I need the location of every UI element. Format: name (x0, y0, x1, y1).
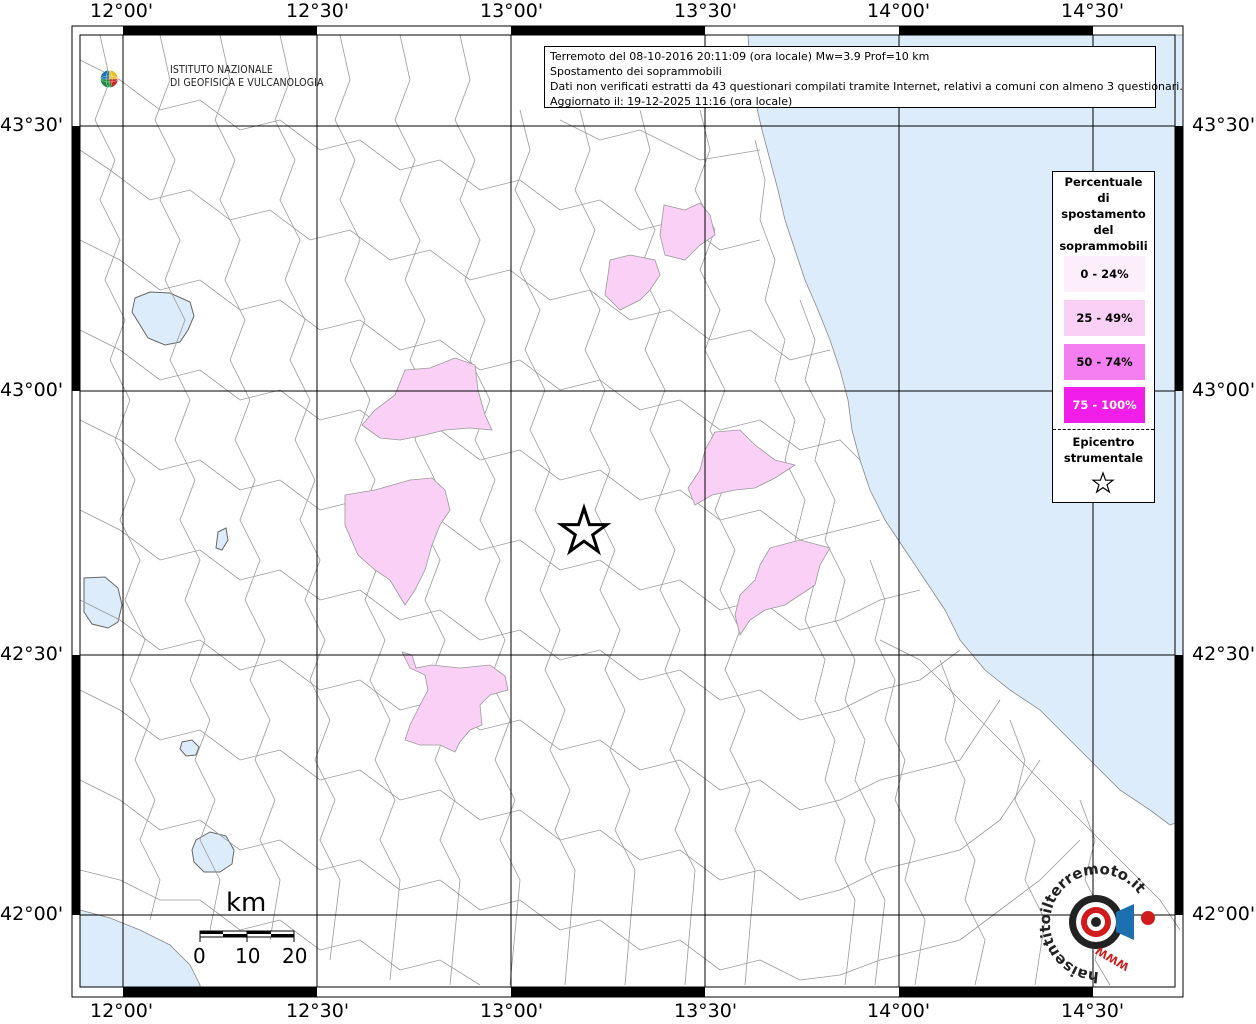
scale-unit: km (226, 888, 267, 918)
lat-tick-left: 42°00' (0, 903, 64, 925)
scale-label-20: 20 (282, 944, 308, 968)
updated-timestamp: Aggiornato il: 19-12-2025 11:16 (ora loc… (550, 95, 793, 108)
legend-star-icon (1091, 471, 1115, 494)
legend-class-75-100: 75 - 100% (1064, 387, 1145, 423)
legend-epicenter-label: Epicentro strumentale (1063, 435, 1144, 465)
lat-tick-right: 43°30' (1192, 114, 1256, 136)
ingv-name: ISTITUTO NAZIONALE DI GEOFISICA E VULCAN… (170, 64, 324, 89)
legend-separator (1053, 429, 1154, 430)
legend: Percentuale di spostamento del soprammob… (1052, 171, 1155, 503)
legend-class-50-74: 50 - 74% (1064, 344, 1145, 380)
lon-tick-top: 13°00' (480, 0, 544, 22)
data-note: Dati non verificati estratti da 43 quest… (550, 80, 1183, 93)
lat-tick-right: 43°00' (1192, 379, 1256, 401)
lon-tick-top: 12°00' (90, 0, 154, 22)
scale-label-10: 10 (235, 944, 261, 968)
lon-tick-bottom: 12°00' (90, 1000, 154, 1022)
scale-label-0: 0 (193, 944, 206, 968)
ingv-logo (100, 70, 118, 88)
lat-tick-right: 42°30' (1192, 643, 1256, 665)
lat-tick-left: 43°30' (0, 114, 64, 136)
haisentito-logo: haisentitoilterremoto.it WWW (1036, 860, 1155, 986)
legend-class-0-24: 0 - 24% (1064, 256, 1145, 292)
lon-tick-top: 14°30' (1061, 0, 1125, 22)
lat-tick-right: 42°00' (1192, 903, 1256, 925)
lat-tick-left: 42°30' (0, 643, 64, 665)
event-title: Terremoto del 08-10-2016 20:11:09 (ora l… (550, 50, 930, 63)
lon-tick-bottom: 14°30' (1061, 1000, 1125, 1022)
legend-title: Percentuale di spostamento del soprammob… (1059, 175, 1148, 253)
lon-tick-bottom: 13°00' (480, 1000, 544, 1022)
legend-class-25-49: 25 - 49% (1064, 300, 1145, 336)
lon-tick-bottom: 12°30' (286, 1000, 350, 1022)
lon-tick-top: 14°00' (867, 0, 931, 22)
event-info-box: Terremoto del 08-10-2016 20:11:09 (ora l… (544, 46, 1183, 108)
lon-tick-bottom: 13°30' (674, 1000, 738, 1022)
lon-tick-bottom: 14°00' (867, 1000, 931, 1022)
lon-tick-top: 12°30' (286, 0, 350, 22)
map-parameter: Spostamento dei soprammobili (550, 65, 722, 78)
lat-tick-left: 43°00' (0, 379, 64, 401)
lon-tick-top: 13°30' (674, 0, 738, 22)
